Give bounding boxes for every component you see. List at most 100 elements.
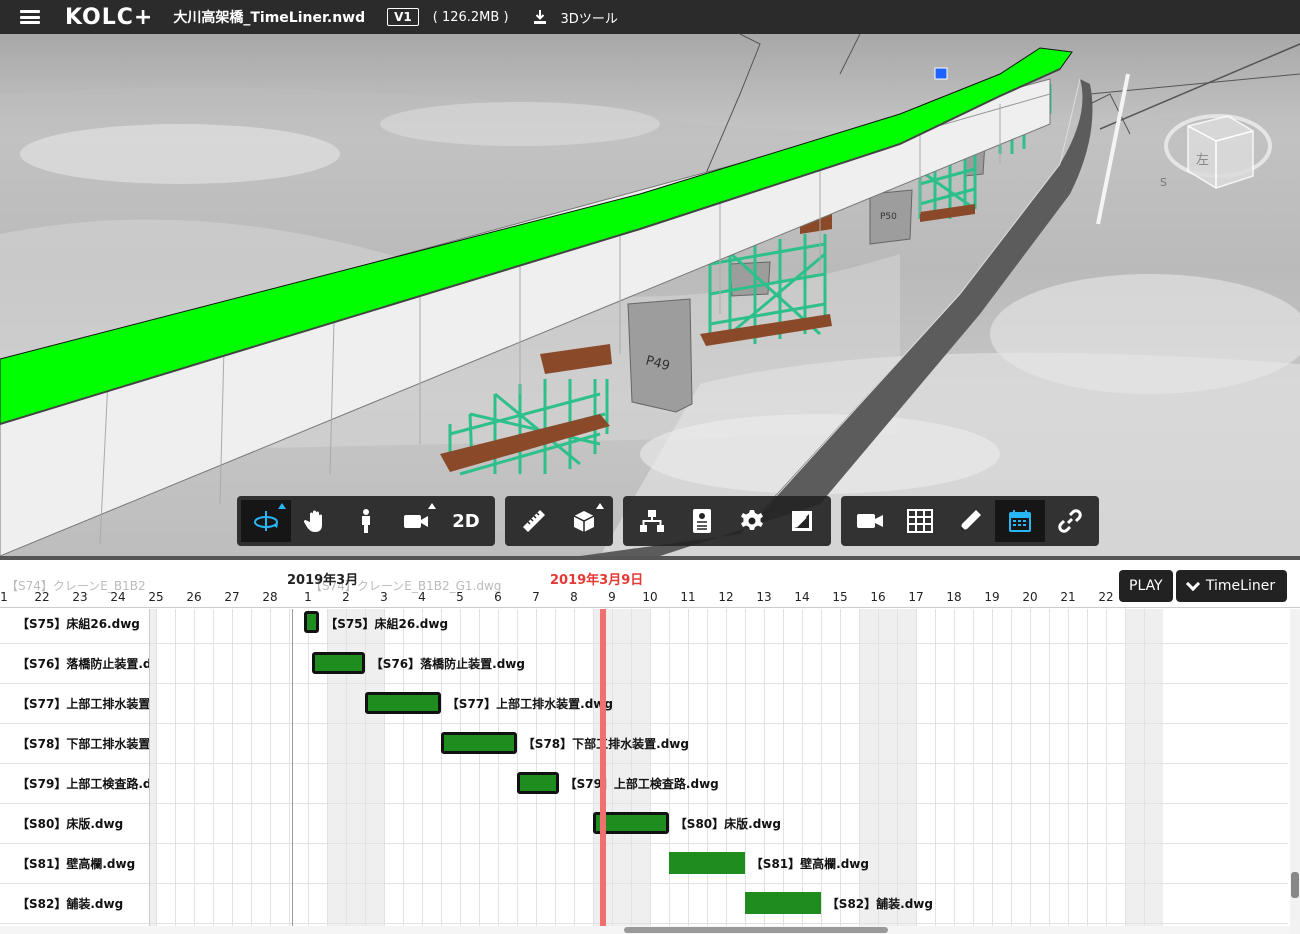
- day-label: 18: [946, 590, 962, 604]
- link-icon: [1058, 509, 1082, 533]
- 3d-viewport[interactable]: P49 P50 左 S 2D: [0, 34, 1300, 556]
- vertical-scrollbar[interactable]: [1290, 609, 1300, 934]
- day-label: 14: [794, 590, 810, 604]
- task-name[interactable]: 【S82】舗装.dwg: [17, 895, 123, 912]
- task-name[interactable]: 【S80】床版.dwg: [17, 815, 123, 832]
- day-label: 28: [262, 590, 278, 604]
- task-bar[interactable]: [516, 772, 559, 794]
- task-bar[interactable]: [364, 692, 441, 714]
- weekend-shade: [859, 609, 916, 934]
- settings-gear-icon: [741, 510, 763, 530]
- grid-line: [1068, 609, 1069, 934]
- fullscreen-icon: [792, 511, 812, 531]
- grid-line: [270, 609, 271, 934]
- grid-line: [935, 609, 936, 934]
- task-name[interactable]: 【S76】落橋防止装置.dwg: [17, 655, 149, 672]
- day-label: 26: [186, 590, 202, 604]
- task-bar[interactable]: [744, 892, 821, 914]
- version-badge[interactable]: V1: [387, 8, 419, 26]
- play-button[interactable]: PLAY: [1119, 570, 1173, 602]
- pan-button[interactable]: [291, 500, 341, 542]
- 2d-view-button[interactable]: 2D: [441, 500, 491, 542]
- hamburger-menu-icon[interactable]: [20, 10, 40, 24]
- properties-icon: [693, 509, 711, 533]
- properties-button[interactable]: [677, 500, 727, 542]
- fullscreen-button[interactable]: [777, 500, 827, 542]
- task-bar-label: 【S76】落橋防止装置.dwg: [370, 657, 525, 671]
- day-label: 20: [1022, 590, 1038, 604]
- task-name[interactable]: 【S77】上部工排水装置.dwg: [17, 695, 149, 712]
- grid-line: [897, 609, 898, 934]
- row-line: [150, 723, 1288, 724]
- current-date-line[interactable]: [600, 609, 607, 934]
- task-name[interactable]: 【S78】下部工排水装置.dwg: [17, 735, 149, 752]
- timeliner-toggle-button[interactable]: TimeLiner: [1176, 570, 1287, 602]
- table-button[interactable]: [895, 500, 945, 542]
- row-line: [0, 763, 149, 764]
- day-label: 11: [680, 590, 696, 604]
- task-name[interactable]: 【S79】上部工検査路.dwg: [17, 775, 149, 792]
- submenu-caret-icon: [428, 503, 436, 509]
- grid-line: [916, 609, 917, 934]
- grid-line: [650, 609, 651, 934]
- gantt-grid[interactable]: 【S75】床組26.dwg 【S76】落橋防止装置.dwg 【S77】上部工排水装置…: [150, 609, 1288, 934]
- grid-line: [289, 609, 290, 934]
- horizontal-scroll-thumb[interactable]: [624, 927, 888, 933]
- grid-line: [308, 609, 309, 934]
- walk-button[interactable]: [341, 500, 391, 542]
- video-button[interactable]: [845, 500, 895, 542]
- row-line: [0, 643, 149, 644]
- app-logo[interactable]: KOLC+: [65, 5, 153, 30]
- settings-button[interactable]: [727, 500, 777, 542]
- current-date-label: 2019年3月9日: [550, 573, 644, 588]
- grid-line: [232, 609, 233, 934]
- task-bar[interactable]: [440, 732, 517, 754]
- task-bar-label: 【S77】上部工排水装置.dwg: [446, 697, 613, 711]
- grid-line: [175, 609, 176, 934]
- task-bar[interactable]: [311, 652, 365, 674]
- markup-button[interactable]: [945, 500, 995, 542]
- row-line: [150, 763, 1288, 764]
- measure-tools: [505, 496, 613, 546]
- 3d-tools-menu[interactable]: 3Dツール: [561, 8, 618, 27]
- compass-label: S: [1160, 176, 1167, 189]
- row-line: [150, 683, 1288, 684]
- grid-line: [973, 609, 974, 934]
- day-label: 6: [494, 590, 502, 604]
- model-tools: [623, 496, 831, 546]
- horizontal-scrollbar[interactable]: [0, 926, 1290, 934]
- vertical-scroll-thumb[interactable]: [1291, 872, 1299, 898]
- view-cube[interactable]: 左 S E: [1158, 66, 1278, 229]
- file-name: 大川高架橋_TimeLiner.nwd: [173, 10, 366, 26]
- orbit-icon: [254, 511, 278, 531]
- task-bar[interactable]: [668, 852, 745, 874]
- task-bar[interactable]: [304, 611, 320, 633]
- section-box-button[interactable]: [559, 500, 609, 542]
- day-label: 10: [642, 590, 658, 604]
- link-button[interactable]: [1045, 500, 1095, 542]
- grid-line: [1087, 609, 1088, 934]
- day-label: 9: [608, 590, 616, 604]
- task-bar-label: 【S75】床組26.dwg: [325, 617, 449, 631]
- timeliner-label: TimeLiner: [1205, 578, 1276, 594]
- calendar-icon: [1009, 510, 1031, 532]
- grid-line: [1049, 609, 1050, 934]
- grid-line: [1125, 609, 1126, 934]
- timeline-header: 【S74】クレーンE_B1B2 【S74】クレーンE_B1B2_G1.dwg 2…: [0, 560, 1300, 608]
- timeliner-button[interactable]: [995, 500, 1045, 542]
- ruler-icon: [523, 510, 545, 532]
- measure-button[interactable]: [509, 500, 559, 542]
- grid-line: [669, 609, 670, 934]
- task-name[interactable]: 【S75】床組26.dwg: [17, 615, 140, 632]
- download-icon[interactable]: [531, 8, 549, 26]
- task-bar-label: 【S80】床版.dwg: [674, 817, 781, 831]
- grid-line: [954, 609, 955, 934]
- orbit-button[interactable]: [241, 500, 291, 542]
- task-name[interactable]: 【S81】壁高欄.dwg: [17, 855, 135, 872]
- grid-line: [840, 609, 841, 934]
- grid-line: [726, 609, 727, 934]
- file-size: ( 126.2MB ): [432, 9, 509, 25]
- camera-button[interactable]: [391, 500, 441, 542]
- model-tree-button[interactable]: [627, 500, 677, 542]
- day-label: 8: [570, 590, 578, 604]
